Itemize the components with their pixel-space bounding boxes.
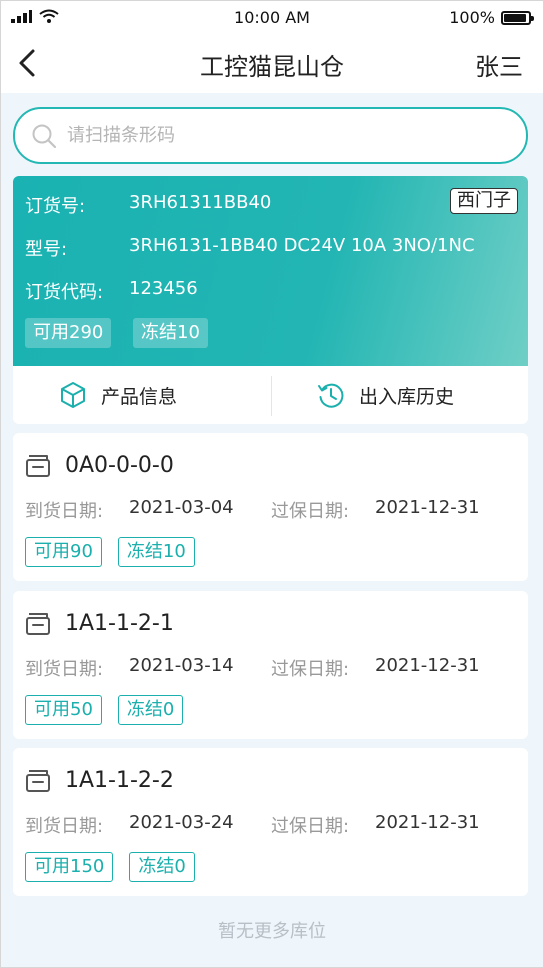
search-icon [32,124,57,148]
order-number-row: 订货号: 3RH61311BB40 [25,192,271,218]
search-bar[interactable] [13,107,528,164]
model-row: 型号: 3RH6131-1BB40 DC24V 10A 3NO/1NC [25,235,475,261]
brand-badge: 西门子 [450,188,518,214]
location-header: 0A0-0-0-0 [25,453,174,478]
nav-bar: 工控猫昆山仓 张三 [1,35,543,93]
warranty-date-value: 2021-12-31 [375,655,480,676]
storage-box-icon [26,454,50,477]
location-tags: 可用50 冻结0 [25,695,184,725]
status-right: 100% [449,8,534,27]
model-label: 型号: [25,239,68,260]
warranty-date-value: 2021-12-31 [375,497,480,518]
location-tags: 可用150 冻结0 [25,852,195,882]
barcode-search-input[interactable] [67,125,526,146]
available-badge: 可用50 [25,695,102,725]
history-button[interactable]: 出入库历史 [317,366,454,424]
action-divider [271,376,272,416]
location-code: 0A0-0-0-0 [65,453,174,478]
location-card[interactable]: 0A0-0-0-0 到货日期: 2021-03-04 过保日期: 2021-12… [13,433,528,581]
arrival-date-value: 2021-03-24 [129,812,234,833]
frozen-badge: 冻结10 [117,537,195,567]
warranty-date-value: 2021-12-31 [375,812,480,833]
available-total-badge: 可用290 [25,318,112,348]
location-header: 1A1-1-2-2 [25,768,174,793]
arrival-date-label: 到货日期: [25,659,104,680]
product-info-button[interactable]: 产品信息 [59,366,177,424]
location-header: 1A1-1-2-1 [25,611,174,636]
history-label: 出入库历史 [359,385,455,408]
order-code-label: 订货代码: [25,282,104,303]
arrival-date-label: 到货日期: [25,501,104,522]
model-value: 3RH6131-1BB40 DC24V 10A 3NO/1NC [129,235,475,256]
location-code: 1A1-1-2-1 [65,611,174,636]
product-info-label: 产品信息 [101,385,178,408]
status-bar: 10:00 AM 100% [1,1,543,35]
arrival-date-value: 2021-03-04 [129,497,234,518]
arrival-date-value: 2021-03-14 [129,655,234,676]
frozen-badge: 冻结0 [129,852,195,882]
location-tags: 可用90 冻结10 [25,537,195,567]
cube-icon [61,382,85,408]
app-screen: 10:00 AM 100% 工控猫昆山仓 张三 订货号: 3RH61311BB4… [0,0,544,968]
location-code: 1A1-1-2-2 [65,768,174,793]
order-code-value: 123456 [129,278,198,299]
location-dates: 到货日期: 2021-03-04 过保日期: 2021-12-31 [25,497,480,523]
product-card: 订货号: 3RH61311BB40 西门子 型号: 3RH6131-1BB40 … [13,176,528,366]
location-card[interactable]: 1A1-1-2-2 到货日期: 2021-03-24 过保日期: 2021-12… [13,748,528,896]
order-number-label: 订货号: [25,196,86,217]
available-badge: 可用90 [25,537,102,567]
warranty-date-label: 过保日期: [271,501,350,522]
product-action-bar: 产品信息 出入库历史 [13,366,528,424]
battery-icon [501,10,534,25]
location-dates: 到货日期: 2021-03-14 过保日期: 2021-12-31 [25,655,480,681]
warranty-date-label: 过保日期: [271,816,350,837]
storage-box-icon [26,612,50,635]
no-more-locations-note: 暂无更多库位 [218,921,326,942]
location-card[interactable]: 1A1-1-2-1 到货日期: 2021-03-14 过保日期: 2021-12… [13,591,528,739]
arrival-date-label: 到货日期: [25,816,104,837]
user-name[interactable]: 张三 [475,47,523,82]
order-number-value: 3RH61311BB40 [129,192,272,213]
frozen-total-badge: 冻结10 [133,318,208,348]
storage-box-icon [26,769,50,792]
location-dates: 到货日期: 2021-03-24 过保日期: 2021-12-31 [25,812,480,838]
history-clock-icon [318,383,344,408]
available-badge: 可用150 [25,852,114,882]
frozen-badge: 冻结0 [117,695,184,725]
battery-percent: 100% [449,8,495,27]
page-title: 工控猫昆山仓 [200,53,344,81]
warranty-date-label: 过保日期: [271,659,350,680]
order-code-row: 订货代码: 123456 [25,278,198,304]
